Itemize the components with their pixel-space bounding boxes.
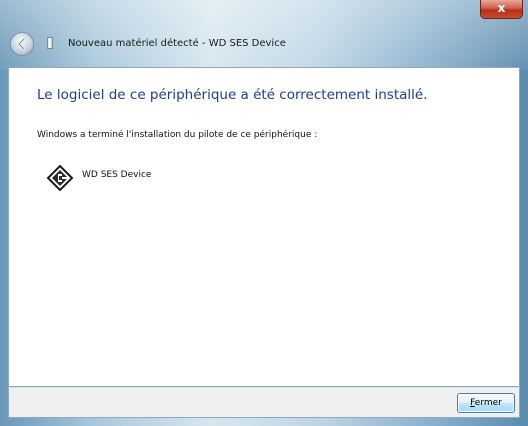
close-icon: x <box>497 1 506 15</box>
back-arrow-icon <box>17 37 26 51</box>
page-title: Le logiciel de ce périphérique a été cor… <box>37 87 428 103</box>
device-name: WD SES Device <box>82 170 152 180</box>
close-button-label: ermer <box>474 398 502 408</box>
back-button[interactable] <box>10 32 34 56</box>
install-message: Windows a terminé l'installation du pilo… <box>37 130 318 140</box>
device-small-icon <box>47 37 53 49</box>
window-close-button[interactable]: x <box>480 0 523 19</box>
content-panel: Le logiciel de ce périphérique a été cor… <box>8 67 520 387</box>
button-bar: Fermer <box>8 387 520 418</box>
wd-device-icon <box>45 164 75 194</box>
title-bar[interactable]: x <box>0 0 528 30</box>
close-button[interactable]: Fermer <box>457 393 515 413</box>
wizard-window: x Nouveau matériel détecté - WD SES Devi… <box>0 0 528 426</box>
navigation-bar: Nouveau matériel détecté - WD SES Device <box>8 30 520 60</box>
window-title: Nouveau matériel détecté - WD SES Device <box>68 38 286 49</box>
